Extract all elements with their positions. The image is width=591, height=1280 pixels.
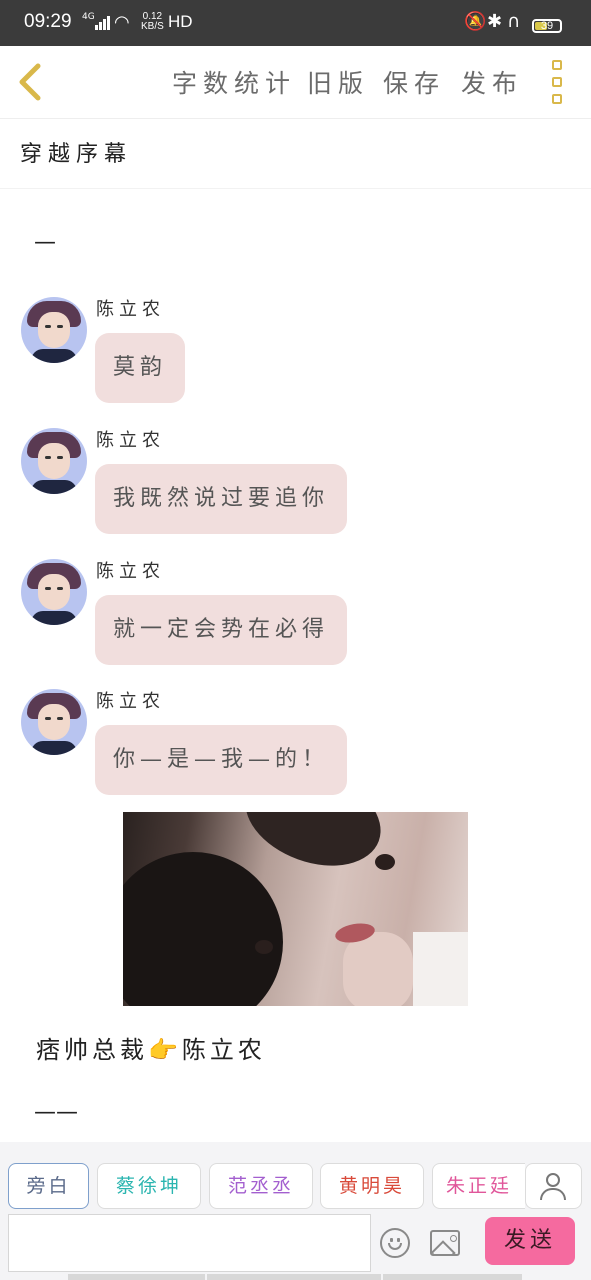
chevron-left-icon[interactable]: [12, 60, 52, 104]
role-chip[interactable]: 朱正廷: [432, 1163, 525, 1209]
publish-button[interactable]: 发布: [461, 64, 523, 100]
role-chip[interactable]: 蔡徐坤: [97, 1163, 201, 1209]
network-speed: 0.12 KB/S: [141, 12, 164, 32]
wifi-icon: ◠: [114, 12, 130, 33]
chat-message: 陈立农 莫韵: [0, 297, 591, 427]
role-chip[interactable]: 范丞丞: [209, 1163, 313, 1209]
message-bubble[interactable]: 你—是—我—的！: [95, 725, 348, 795]
emoji-icon[interactable]: [380, 1228, 410, 1258]
speaker-name: 陈立农: [96, 691, 165, 712]
avatar[interactable]: [21, 689, 87, 755]
signal-icon: [95, 16, 111, 30]
status-bar: 09:29 4G ◠ 0.12 KB/S HD 🔕 ✱ ∩ 39: [0, 0, 591, 46]
save-button[interactable]: 保存: [383, 64, 445, 100]
title-divider: [0, 188, 591, 189]
speaker-name: 陈立农: [96, 561, 165, 582]
image-icon[interactable]: [430, 1230, 460, 1256]
headphones-icon: ∩: [507, 11, 521, 32]
message-input[interactable]: [8, 1214, 371, 1272]
battery-icon: 39: [532, 19, 562, 33]
speaker-name: 陈立农: [96, 430, 165, 451]
person-icon[interactable]: [525, 1163, 582, 1209]
network-type: 4G: [82, 12, 95, 22]
status-time: 09:29: [24, 11, 72, 32]
word-count-button[interactable]: 字数统计: [172, 64, 296, 100]
gesture-bar: [68, 1274, 205, 1280]
inserted-photo[interactable]: [123, 812, 468, 1006]
chat-message: 陈立农 我既然说过要追你: [0, 428, 591, 558]
old-version-button[interactable]: 旧版: [307, 64, 369, 100]
message-bubble[interactable]: 我既然说过要追你: [95, 464, 348, 534]
avatar[interactable]: [21, 297, 87, 363]
avatar[interactable]: [21, 559, 87, 625]
caption-text[interactable]: 痞帅总裁👉陈立农: [36, 1030, 266, 1065]
closing-mark: ——: [34, 1100, 78, 1125]
battery-level: 39: [540, 20, 554, 32]
chat-message: 陈立农 你—是—我—的！: [0, 689, 591, 819]
message-bubble[interactable]: 就一定会势在必得: [95, 595, 348, 665]
gesture-bar: [207, 1274, 381, 1280]
opening-mark: —: [34, 230, 56, 255]
chat-message: 陈立农 就一定会势在必得: [0, 559, 591, 689]
role-chip[interactable]: 黄明昊: [320, 1163, 424, 1209]
avatar[interactable]: [21, 428, 87, 494]
more-vertical-icon[interactable]: [546, 58, 570, 106]
network-speed-unit: KB/S: [141, 21, 164, 32]
top-toolbar: 字数统计 旧版 保存 发布: [0, 46, 591, 119]
gesture-bar: [383, 1274, 522, 1280]
bluetooth-icon: ✱: [487, 11, 503, 32]
mute-icon: 🔕: [464, 11, 487, 32]
send-button[interactable]: 发送: [485, 1217, 575, 1265]
hd-label: HD: [168, 12, 193, 31]
compose-panel: 旁白 蔡徐坤 范丞丞 黄明昊 朱正廷 发送: [0, 1142, 591, 1280]
message-bubble[interactable]: 莫韵: [95, 333, 186, 403]
speaker-name: 陈立农: [96, 299, 165, 320]
chapter-title[interactable]: 穿越序幕: [20, 136, 132, 168]
role-chip-narrator[interactable]: 旁白: [8, 1163, 89, 1209]
